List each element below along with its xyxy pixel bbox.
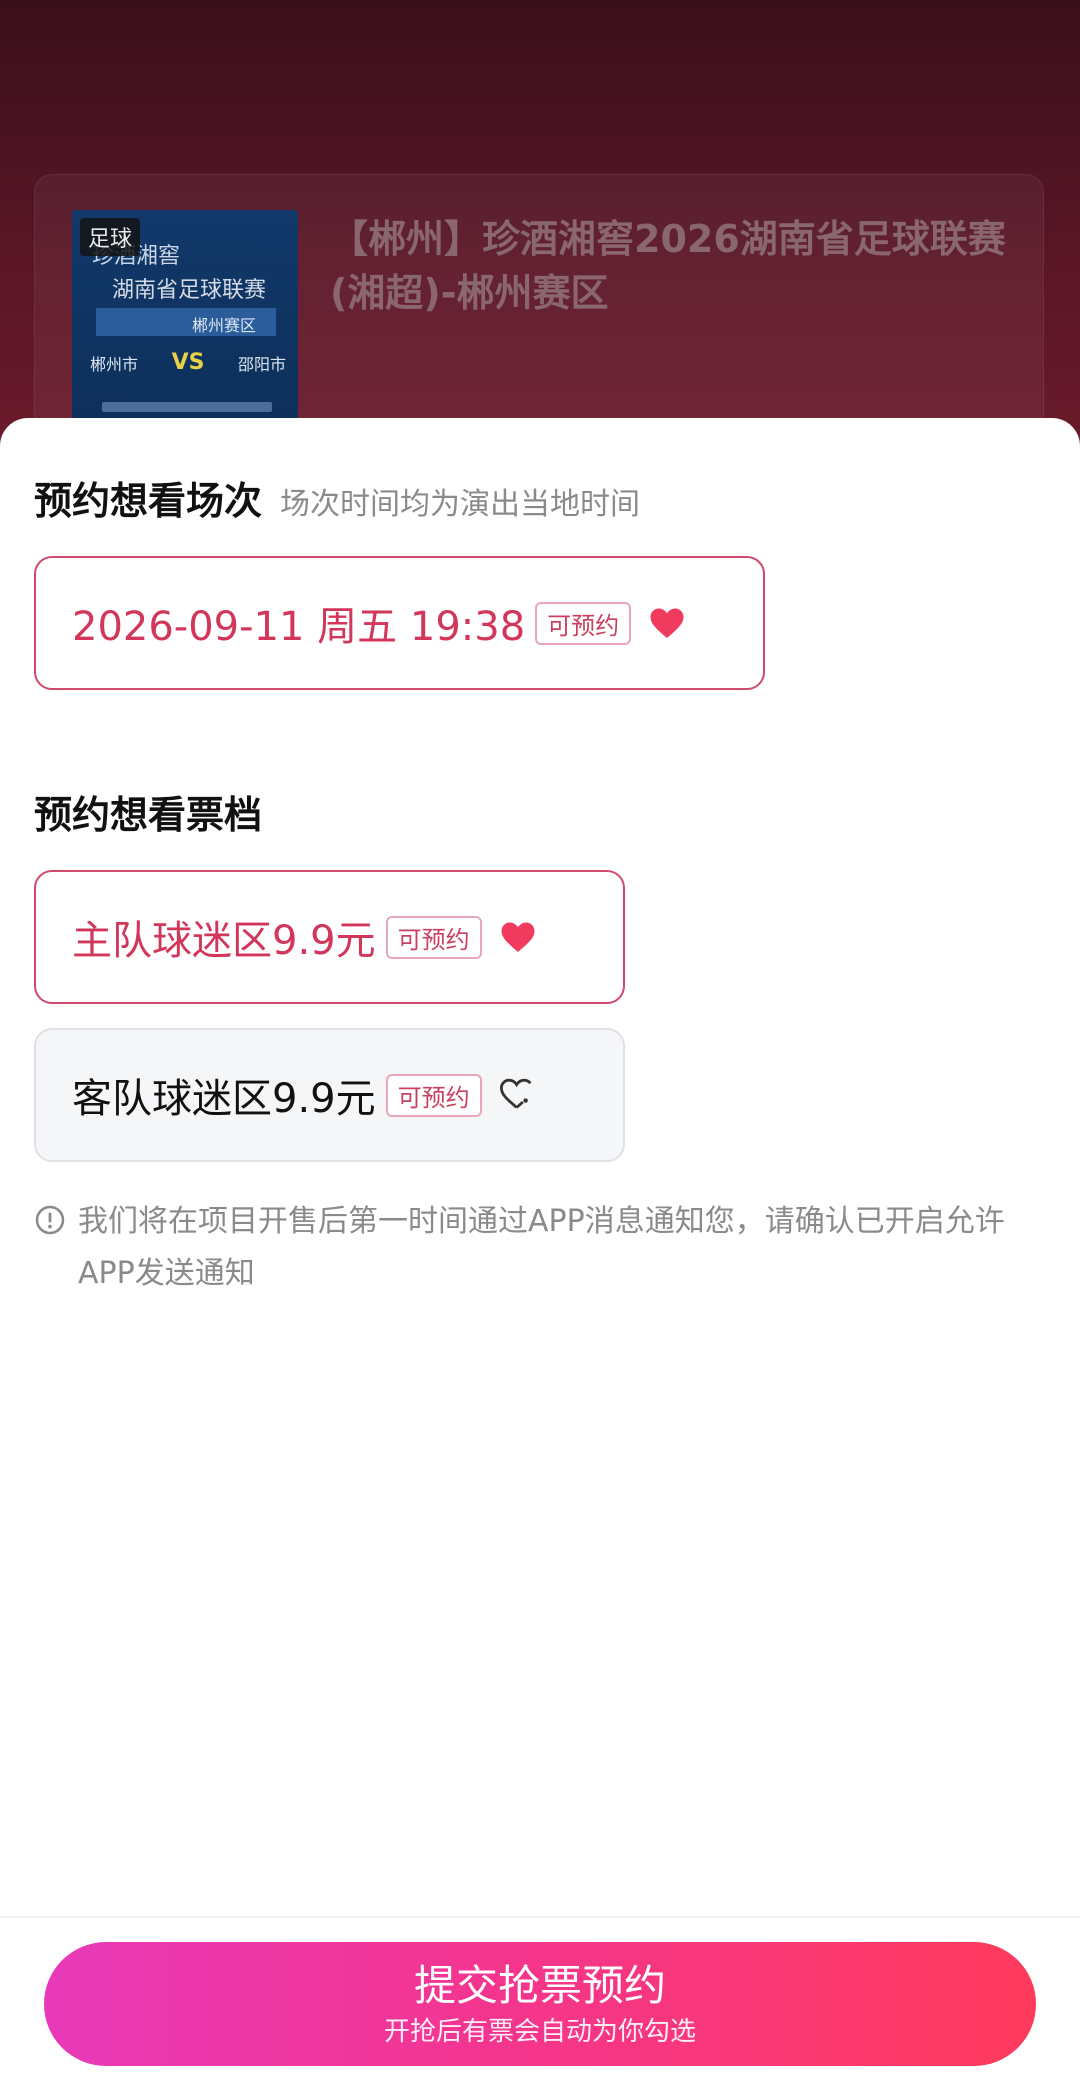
submit-reservation-button[interactable]: 提交抢票预约 开抢后有票会自动为你勾选 bbox=[44, 1942, 1036, 2066]
session-section-title: 预约想看场次 bbox=[34, 479, 263, 523]
submit-button-label: 提交抢票预约 bbox=[413, 1961, 666, 2010]
session-section-subtitle: 场次时间均为演出当地时间 bbox=[280, 487, 641, 522]
poster-away-team: 邵阳市 bbox=[237, 354, 286, 374]
info-icon bbox=[34, 1204, 66, 1236]
tier-option-away[interactable]: 客队球迷区9.9元 可预约 bbox=[34, 1028, 625, 1162]
heart-filled-icon bbox=[649, 605, 685, 641]
poster-matchup: 郴州市 VS 邵阳市 bbox=[90, 350, 286, 375]
reservable-badge: 可预约 bbox=[535, 601, 632, 645]
reservable-badge: 可预约 bbox=[385, 915, 482, 959]
heart-add-icon bbox=[499, 1077, 536, 1113]
tier-section-header: 预约想看票档 bbox=[34, 784, 262, 839]
tier-option-label: 主队球迷区9.9元 bbox=[72, 918, 376, 964]
heart-filled-icon bbox=[500, 919, 536, 955]
event-title: 【郴州】珍酒湘窖2026湖南省足球联赛(湘超)-郴州赛区 bbox=[330, 217, 1006, 315]
poster-vs: VS bbox=[171, 350, 205, 375]
session-option[interactable]: 2026-09-11 周五 19:38 可预约 bbox=[34, 556, 765, 690]
submit-button-sublabel: 开抢后有票会自动为你勾选 bbox=[383, 2017, 696, 2047]
reservable-badge: 可预约 bbox=[385, 1073, 482, 1117]
tier-option-home[interactable]: 主队球迷区9.9元 可预约 bbox=[34, 870, 625, 1004]
notice-text: 我们将在项目开售后第一时间通过APP消息通知您，请确认已开启允许APP发送通知 bbox=[78, 1204, 1005, 1291]
poster-sponsors bbox=[102, 402, 272, 412]
session-section-header: 预约想看场次 场次时间均为演出当地时间 bbox=[34, 470, 640, 525]
poster-home-team: 郴州市 bbox=[90, 354, 139, 374]
sport-tag: 足球 bbox=[80, 218, 141, 256]
tier-section-title: 预约想看票档 bbox=[34, 793, 263, 837]
poster-zone: 郴州赛区 bbox=[192, 316, 257, 335]
footer-divider bbox=[0, 1916, 1080, 1918]
session-option-label: 2026-09-11 周五 19:38 bbox=[72, 604, 526, 650]
notification-notice: 我们将在项目开售后第一时间通过APP消息通知您，请确认已开启允许APP发送通知 bbox=[34, 1196, 1044, 1300]
tier-option-label: 客队球迷区9.9元 bbox=[72, 1076, 376, 1122]
poster-league: 湖南省足球联赛 bbox=[112, 278, 267, 303]
